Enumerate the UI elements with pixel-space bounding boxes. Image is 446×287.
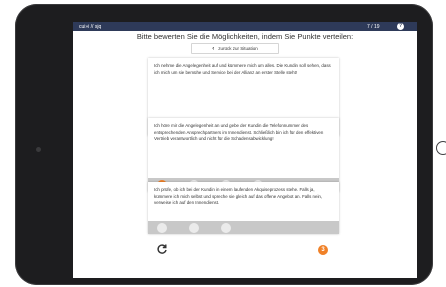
rating-dot[interactable] <box>221 222 231 233</box>
back-to-situation-button[interactable]: ‹ zurück zur Situation <box>191 43 279 54</box>
rating-bar <box>148 221 339 234</box>
option-card-2: Ich höre mir die Angelegenheit an und ge… <box>148 118 339 192</box>
top-bar: cui»i // sjq 7 / 19 ? <box>73 22 417 31</box>
help-icon[interactable]: ? <box>397 23 404 30</box>
option-text: Ich höre mir die Angelegenheit an und ge… <box>154 123 324 142</box>
question-counter: 7 / 19 <box>367 23 380 30</box>
app-screen: cui»i // sjq 7 / 19 ? Bitte bewerten Sie… <box>73 22 417 278</box>
tablet-frame: cui»i // sjq 7 / 19 ? Bitte bewerten Sie… <box>15 4 446 285</box>
remaining-points-badge: 3 <box>318 245 328 255</box>
home-button <box>436 141 446 155</box>
rating-dot[interactable] <box>157 222 167 233</box>
breadcrumb: cui»i // sjq <box>79 23 102 30</box>
rating-dot[interactable] <box>189 222 199 233</box>
option-text: Ich prüfe, ob ich bei der Kundin in eine… <box>154 187 323 206</box>
option-card-3: Ich prüfe, ob ich bei der Kundin in eine… <box>148 182 339 234</box>
option-text: Ich nehme die Angelegenheit auf und kümm… <box>154 63 331 75</box>
reset-icon[interactable] <box>156 243 168 255</box>
camera-dot <box>36 147 41 152</box>
chevron-left-icon: ‹ <box>212 45 215 52</box>
page-title: Bitte bewerten Sie die Möglichkeiten, in… <box>136 32 354 41</box>
back-button-label: zurück zur Situation <box>218 46 258 51</box>
